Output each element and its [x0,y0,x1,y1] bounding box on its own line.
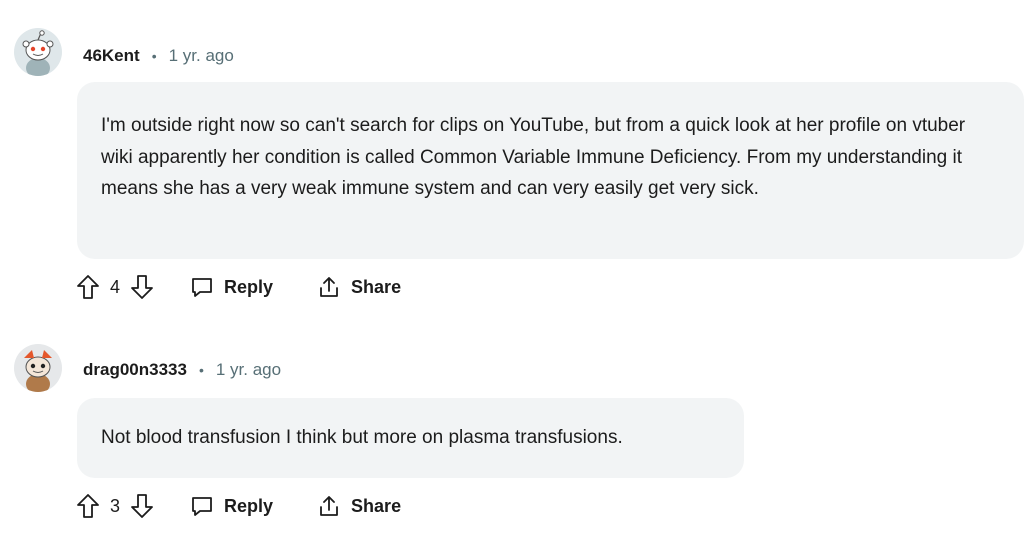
username-link[interactable]: 46Kent [83,46,140,66]
share-label: Share [351,495,402,516]
downvote-icon[interactable] [130,274,154,300]
vote-count: 3 [110,495,121,516]
vote-count: 4 [110,276,121,297]
username-link[interactable]: drag00n3333 [83,360,187,380]
comment-body: Not blood transfusion I think but more o… [77,398,744,478]
share-button[interactable]: Share [317,275,401,299]
meta-separator: • [151,48,157,64]
comment-meta: drag00n3333 • 1 yr. ago [83,358,281,382]
meta-separator: • [198,362,204,378]
share-icon [320,277,338,297]
upvote-icon[interactable] [76,274,100,300]
share-label: Share [351,276,402,297]
comment-bubble-icon [192,497,212,516]
user-avatar[interactable] [14,28,62,76]
downvote-icon[interactable] [130,493,154,519]
comment-text: I'm outside right now so can't search fo… [101,115,966,199]
comment-timestamp[interactable]: 1 yr. ago [216,360,281,380]
comment-actions: 3 Reply Share [76,490,401,522]
comment-actions: 4 Reply Share [76,271,401,303]
share-button[interactable]: Share [317,494,401,518]
reply-button[interactable]: Reply [190,275,273,299]
reply-label: Reply [224,495,274,516]
reply-button[interactable]: Reply [190,494,273,518]
comment-body: I'm outside right now so can't search fo… [77,82,1024,259]
reply-label: Reply [224,276,274,297]
upvote-icon[interactable] [76,493,100,519]
comment-text: Not blood transfusion I think but more o… [101,427,623,448]
comment-meta: 46Kent • 1 yr. ago [83,44,234,68]
snoo-avatar-icon [14,28,62,76]
comment-timestamp[interactable]: 1 yr. ago [169,46,234,66]
user-avatar[interactable] [14,344,62,392]
snoo-avatar-icon [14,344,62,392]
comment-bubble-icon [192,278,212,297]
share-icon [320,496,338,516]
